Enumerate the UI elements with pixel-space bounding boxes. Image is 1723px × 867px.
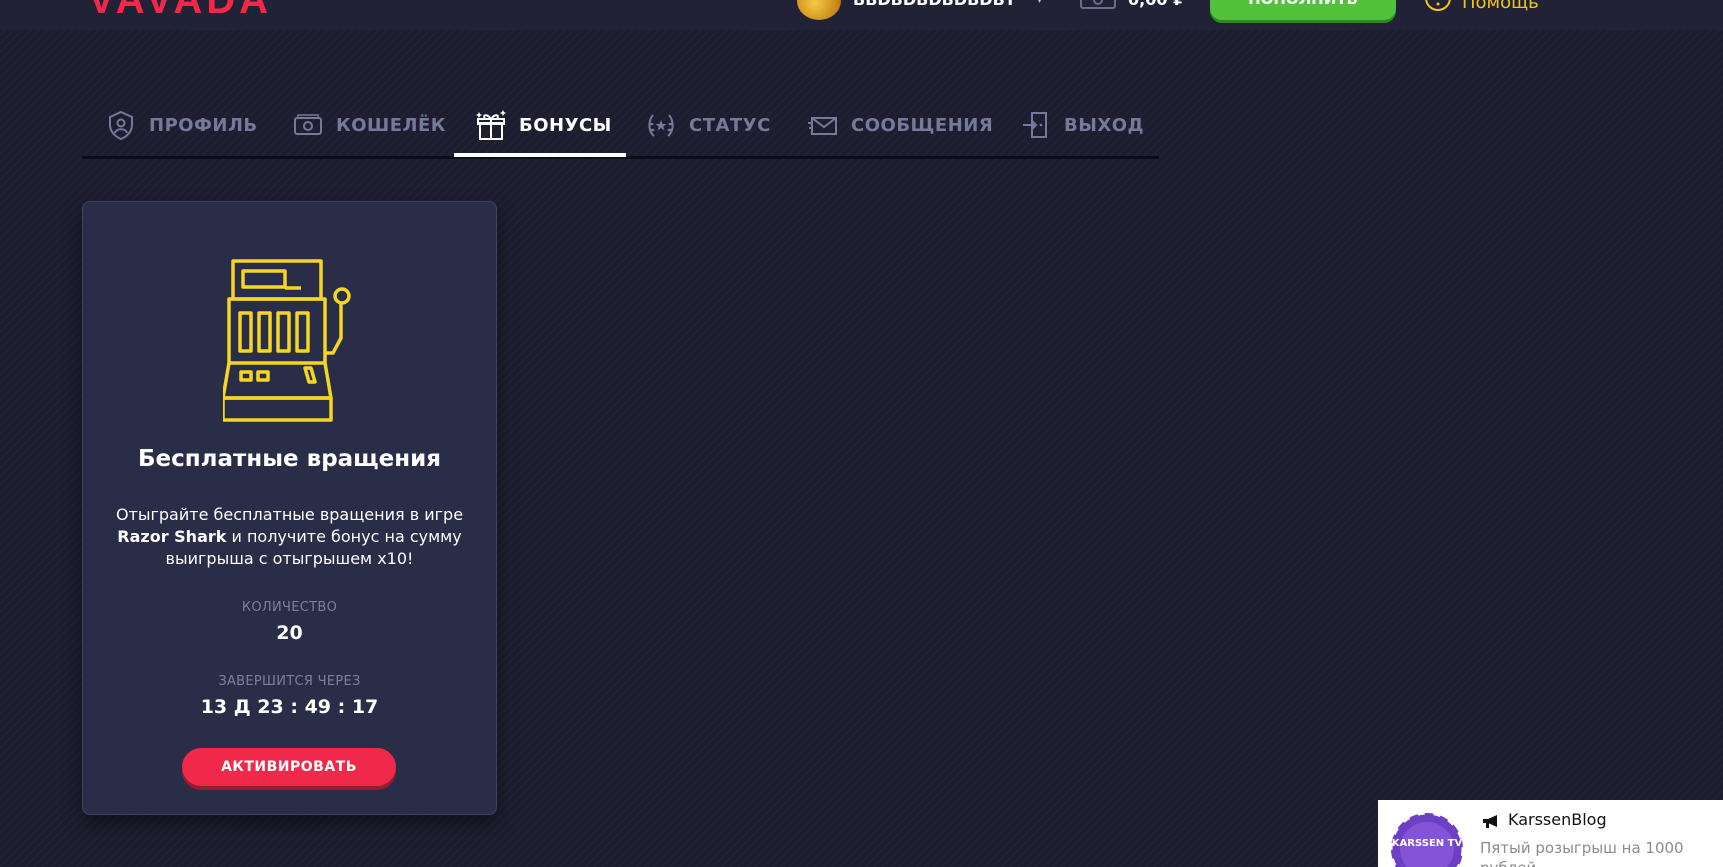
expires-countdown: 13 Д 23 : 49 : 17 — [200, 696, 379, 718]
balance-value: 0,00 ₽ — [1128, 0, 1184, 9]
help-link[interactable]: Помощь — [1462, 0, 1539, 13]
laurel-icon — [648, 114, 674, 137]
tab-label: СТАТУС — [689, 114, 771, 136]
tab-label: ПРОФИЛЬ — [149, 114, 258, 136]
tab-wallet[interactable]: КОШЕЛЁК — [292, 94, 446, 156]
exit-door-icon — [1023, 112, 1047, 138]
slot-machine-icon — [223, 259, 351, 422]
bonus-description: Отыграйте бесплатные вращения в игре Raz… — [113, 504, 466, 570]
tab-status[interactable]: СТАТУС — [645, 94, 771, 156]
bonus-game-name: Razor Shark — [117, 527, 227, 546]
user-avatar[interactable] — [797, 0, 841, 20]
wallet-icon — [294, 114, 322, 135]
notification-text: Пятый розыгрыш на 1000 рублей — [1480, 839, 1684, 867]
top-bar: VAVADA BBDBDBDBDBDBT ▾ 0,00 ₽ ПОПОЛНИТЬ … — [0, 0, 1723, 30]
tab-label: ВЫХОД — [1064, 114, 1145, 136]
user-name[interactable]: BBDBDBDBDBDBT — [853, 0, 1016, 9]
shield-user-icon — [109, 110, 133, 141]
avatar-text: KARSSEN TV — [1392, 838, 1463, 849]
tab-messages[interactable]: СООБЩЕНИЯ — [807, 94, 993, 156]
expires-label: ЗАВЕРШИТСЯ ЧЕРЕЗ — [218, 674, 361, 689]
notification-avatar: KARSSEN TV — [1390, 812, 1464, 867]
deposit-button[interactable]: ПОПОЛНИТЬ — [1210, 0, 1396, 20]
notification-title: KarssenBlog — [1508, 810, 1607, 829]
quantity-value: 20 — [276, 622, 303, 644]
wallet-icon — [1080, 0, 1116, 9]
tab-exit[interactable]: ВЫХОД — [1020, 94, 1144, 156]
bonus-title: Бесплатные вращения — [138, 446, 441, 472]
active-tab-indicator — [454, 153, 626, 157]
tab-profile[interactable]: ПРОФИЛЬ — [105, 94, 258, 156]
tab-label: СООБЩЕНИЯ — [851, 114, 994, 136]
help-icon[interactable] — [1424, 0, 1452, 12]
tab-bonuses[interactable]: БОНУСЫ — [475, 94, 612, 156]
tab-label: КОШЕЛЁК — [336, 114, 447, 136]
bonus-card: Бесплатные вращения Отыграйте бесплатные… — [82, 201, 497, 815]
bonus-description-text: Отыграйте бесплатные вращения в игре — [115, 505, 464, 524]
push-notification[interactable]: KARSSEN TV KarssenBlog Пятый розыгрыш на… — [1378, 800, 1723, 867]
chevron-down-icon[interactable]: ▾ — [1036, 0, 1043, 7]
quantity-label: КОЛИЧЕСТВО — [241, 600, 338, 615]
activate-button[interactable]: АКТИВИРОВАТЬ — [182, 748, 396, 786]
gift-icon — [476, 110, 506, 140]
megaphone-icon — [1483, 815, 1497, 828]
envelope-icon — [808, 117, 837, 135]
account-tabs: ПРОФИЛЬ КОШЕЛЁК БОНУСЫ СТАТУС СООБЩЕНИЯ … — [82, 94, 1159, 159]
site-logo[interactable]: VAVADA — [88, 0, 272, 23]
tab-label: БОНУСЫ — [519, 114, 612, 136]
